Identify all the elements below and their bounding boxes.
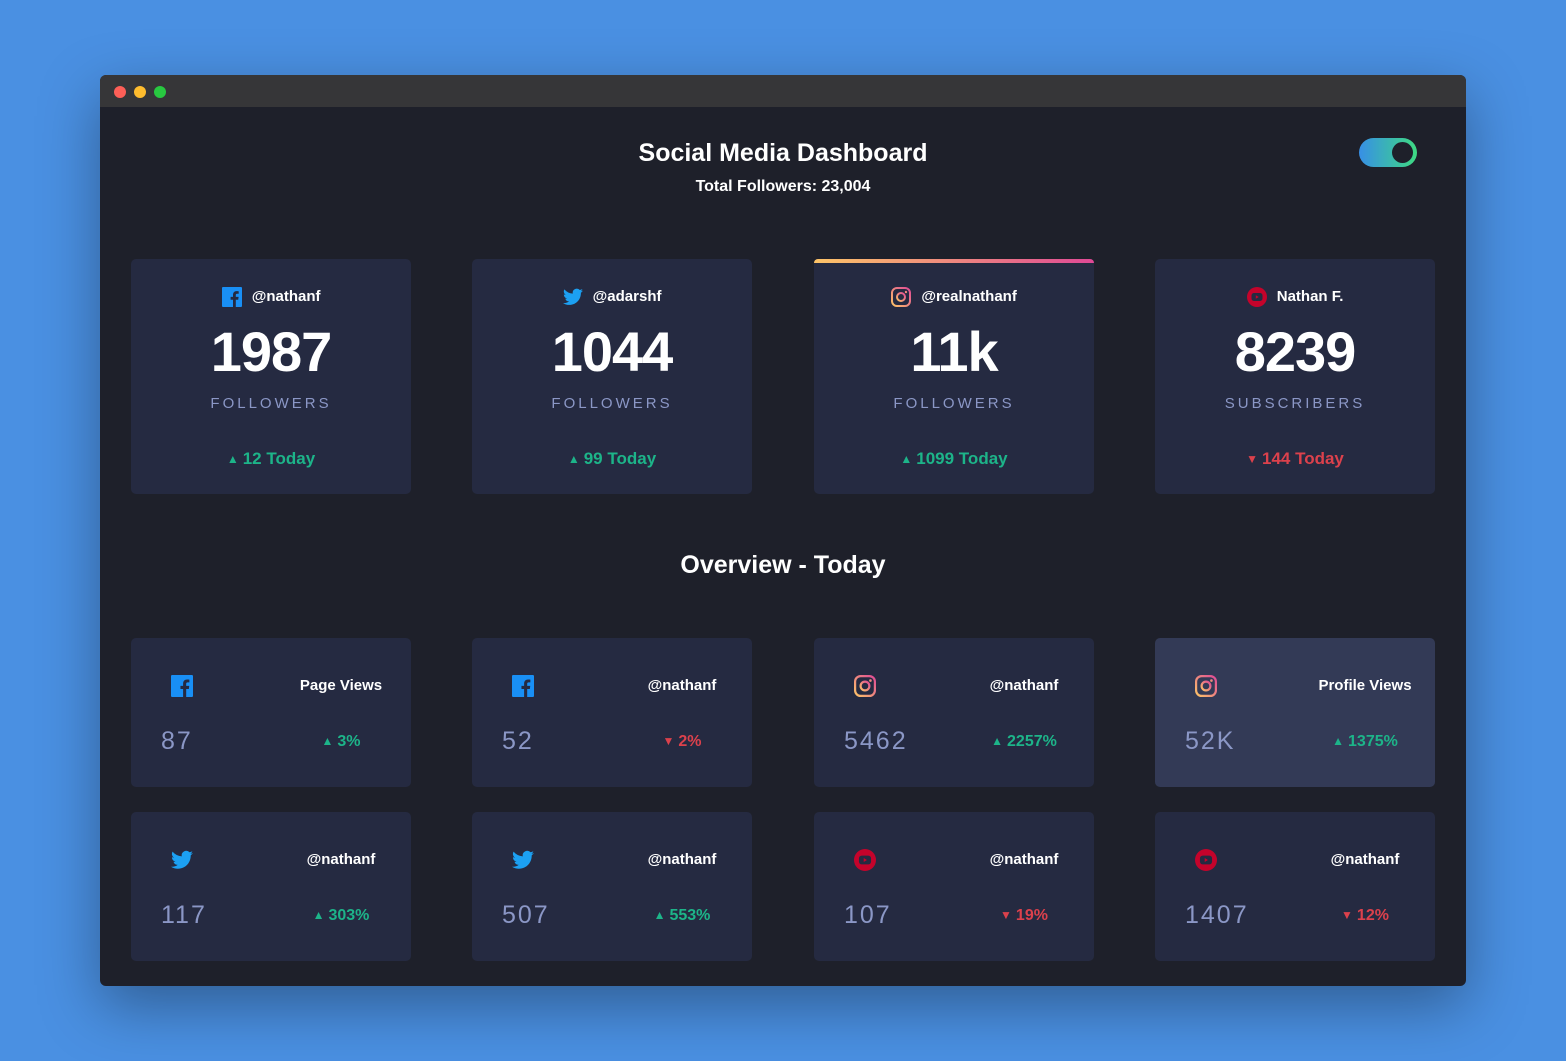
metric-title: Page Views xyxy=(299,677,383,694)
metric-title: @nathanf xyxy=(647,677,717,694)
follower-count: 1987 xyxy=(210,320,333,383)
metric-title: @nathanf xyxy=(989,677,1059,694)
arrow-up-icon: ▲ xyxy=(312,908,325,922)
metric-change: ▲ 303% xyxy=(312,907,370,924)
facebook-icon xyxy=(221,287,242,308)
metric-value: 1407 xyxy=(1185,901,1249,929)
dark-mode-toggle[interactable] xyxy=(1359,138,1417,167)
twitter-icon xyxy=(171,850,193,869)
follower-label: FOLLOWERS xyxy=(210,395,332,412)
metric-change: ▼ 12% xyxy=(1341,907,1389,924)
arrow-up-icon: ▲ xyxy=(1332,734,1345,748)
metric-change: ▲ 1375% xyxy=(1332,733,1398,750)
overview-card[interactable]: @nathanf 52 ▼ 2% xyxy=(472,638,752,787)
metric-change: ▼ 19% xyxy=(1000,907,1048,924)
arrow-down-icon: ▼ xyxy=(1341,908,1353,922)
minimize-window-button[interactable] xyxy=(134,86,146,98)
metric-value: 52K xyxy=(1185,727,1236,755)
daily-change: ▲ 1099 Today xyxy=(900,449,1008,468)
total-followers: Total Followers: 23,004 xyxy=(695,178,871,195)
arrow-up-icon: ▲ xyxy=(900,452,913,466)
daily-change: ▼ 144 Today xyxy=(1246,449,1344,468)
instagram-icon xyxy=(1195,675,1217,697)
facebook-icon xyxy=(512,675,534,697)
instagram-icon xyxy=(854,675,876,697)
maximize-window-button[interactable] xyxy=(154,86,166,98)
metric-title: Profile Views xyxy=(1318,677,1412,694)
window-titlebar xyxy=(100,75,1466,107)
overview-heading: Overview - Today xyxy=(680,551,886,579)
metric-change: ▲ 2257% xyxy=(991,733,1057,750)
youtube-icon xyxy=(1195,849,1217,871)
close-window-button[interactable] xyxy=(114,86,126,98)
arrow-up-icon: ▲ xyxy=(321,734,334,748)
metric-value: 5462 xyxy=(844,727,908,755)
account-handle: @realnathanf xyxy=(921,288,1017,306)
follower-count: 11k xyxy=(910,320,998,383)
metric-value: 107 xyxy=(844,901,892,929)
follower-count: 1044 xyxy=(551,320,674,383)
arrow-up-icon: ▲ xyxy=(567,452,580,466)
arrow-up-icon: ▲ xyxy=(226,452,239,466)
metric-change: ▲ 553% xyxy=(653,907,711,924)
subscriber-label: SUBSCRIBERS xyxy=(1224,395,1366,412)
daily-change: ▲ 99 Today xyxy=(567,449,657,468)
subscriber-count: 8239 xyxy=(1234,320,1357,383)
facebook-icon xyxy=(171,675,193,697)
facebook-followers-card[interactable]: @nathanf 1987 FOLLOWERS ▲ 12 Today xyxy=(131,259,411,494)
metric-value: 117 xyxy=(161,901,207,929)
metric-title: @nathanf xyxy=(989,851,1059,868)
metric-title: @nathanf xyxy=(306,851,376,868)
overview-card[interactable]: @nathanf 117 ▲ 303% xyxy=(131,812,411,961)
metric-value: 87 xyxy=(161,727,193,755)
page-title: Social Media Dashboard xyxy=(638,139,928,167)
overview-card[interactable]: @nathanf 507 ▲ 553% xyxy=(472,812,752,961)
metric-value: 507 xyxy=(502,901,550,929)
twitter-icon xyxy=(562,288,583,305)
metric-change: ▲ 3% xyxy=(321,733,361,750)
account-handle: Nathan F. xyxy=(1276,288,1344,306)
arrow-down-icon: ▼ xyxy=(1000,908,1012,922)
metric-change: ▼ 2% xyxy=(662,733,702,750)
arrow-down-icon: ▼ xyxy=(1246,452,1258,466)
youtube-icon xyxy=(1246,287,1267,308)
daily-change: ▲ 12 Today xyxy=(226,449,316,468)
account-handle: @nathanf xyxy=(251,288,321,306)
account-handle: @adarshf xyxy=(592,288,662,306)
metric-value: 52 xyxy=(502,727,534,755)
overview-card[interactable]: @nathanf 5462 ▲ 2257% xyxy=(814,638,1094,787)
toggle-knob xyxy=(1392,142,1413,163)
overview-card[interactable]: Page Views 87 ▲ 3% xyxy=(131,638,411,787)
instagram-icon xyxy=(891,287,912,308)
metric-title: @nathanf xyxy=(647,851,717,868)
arrow-up-icon: ▲ xyxy=(991,734,1004,748)
follower-label: FOLLOWERS xyxy=(551,395,673,412)
youtube-subscribers-card[interactable]: Nathan F. 8239 SUBSCRIBERS ▼ 144 Today xyxy=(1155,259,1435,494)
twitter-followers-card[interactable]: @adarshf 1044 FOLLOWERS ▲ 99 Today xyxy=(472,259,752,494)
overview-card[interactable]: Profile Views 52K ▲ 1375% xyxy=(1155,638,1435,787)
metric-title: @nathanf xyxy=(1330,851,1400,868)
youtube-icon xyxy=(854,849,876,871)
arrow-up-icon: ▲ xyxy=(653,908,666,922)
instagram-followers-card[interactable]: @realnathanf 11k FOLLOWERS ▲ 1099 Today xyxy=(814,259,1094,494)
overview-card[interactable]: @nathanf 107 ▼ 19% xyxy=(814,812,1094,961)
app-window: Social Media Dashboard Total Followers: … xyxy=(100,75,1466,986)
arrow-down-icon: ▼ xyxy=(662,734,675,748)
overview-card[interactable]: @nathanf 1407 ▼ 12% xyxy=(1155,812,1435,961)
follower-label: FOLLOWERS xyxy=(893,395,1015,412)
twitter-icon xyxy=(512,850,534,869)
